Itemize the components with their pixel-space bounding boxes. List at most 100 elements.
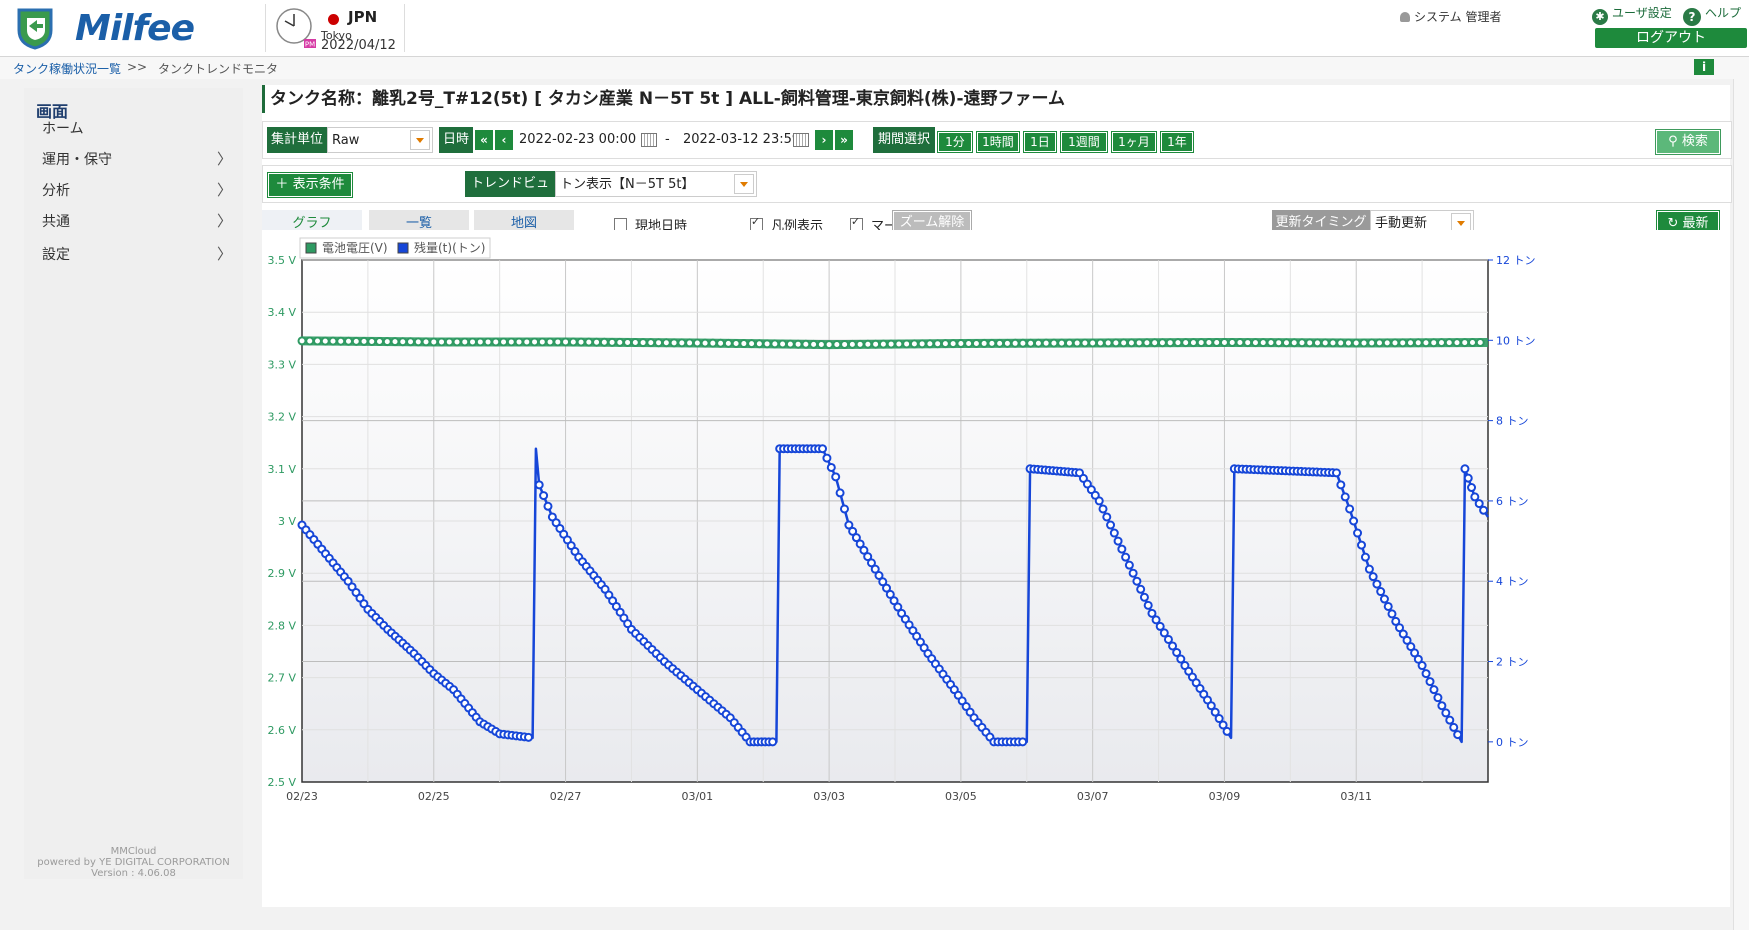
display-conditions-button[interactable]: ＋ 表示条件	[267, 172, 353, 198]
footer-powered-by: powered by YE DIGITAL CORPORATION	[37, 857, 230, 868]
remaining-marker	[768, 737, 778, 747]
period-1day-button[interactable]: 1日	[1023, 131, 1057, 153]
user-icon	[1400, 12, 1410, 22]
period-label: 期間選択	[873, 127, 935, 153]
y-right-tick-label: 2 トン	[1496, 656, 1529, 669]
sidebar-item-analysis[interactable]: 分析 〉	[42, 180, 232, 200]
remaining-marker	[1368, 572, 1378, 582]
help-link[interactable]: ? ヘルプ	[1683, 4, 1741, 26]
voltage-marker	[545, 337, 555, 347]
nav-next-button[interactable]: ›	[815, 130, 833, 150]
voltage-marker	[1018, 338, 1028, 348]
unit-value: Raw	[332, 133, 360, 148]
remaining-marker	[1467, 483, 1477, 493]
search-button[interactable]: ⚲ 検索	[1655, 129, 1721, 155]
trend-chart[interactable]: 02/23 02/25 02/27 03/01 03/03 03/05 03/07 03/09…	[262, 230, 1730, 907]
remaining-marker	[1453, 730, 1463, 740]
voltage-marker	[778, 339, 788, 349]
remaining-marker	[1094, 496, 1104, 506]
voltage-marker	[344, 336, 354, 346]
voltage-marker	[747, 339, 757, 349]
voltage-marker	[568, 337, 578, 347]
period-1week-button[interactable]: 1週間	[1060, 131, 1108, 153]
user-info: システム 管理者	[1400, 8, 1501, 25]
nav-first-button[interactable]: «	[475, 130, 493, 150]
calendar-to-icon[interactable]	[793, 133, 809, 147]
trend-view-select[interactable]: トン表示【N－5T 5t】	[555, 171, 757, 197]
sidebar-footer: MMCloud powered by YE DIGITAL CORPORATIO…	[24, 846, 243, 879]
clock-badge: PM	[305, 41, 315, 49]
voltage-marker	[677, 338, 687, 348]
trend-chart-svg[interactable]: 02/23 02/25 02/27 03/01 03/03 03/05 03/07 03/09…	[262, 230, 1730, 907]
remaining-marker	[1364, 564, 1374, 574]
voltage-marker	[1475, 338, 1485, 348]
remaining-marker	[1470, 492, 1480, 502]
voltage-marker	[576, 337, 586, 347]
period-1year-button[interactable]: 1年	[1160, 131, 1194, 153]
sidebar-item-operation[interactable]: 運用・保守 〉	[42, 149, 232, 169]
y-left-tick-label: 3.3 V	[267, 358, 296, 371]
voltage-marker	[1452, 338, 1462, 348]
nav-prev-button[interactable]: ‹	[495, 130, 513, 150]
user-settings-link[interactable]: ✱ ユーザ設定	[1592, 4, 1672, 25]
voltage-marker	[878, 339, 888, 349]
remaining-marker	[1479, 505, 1489, 515]
sidebar-item-home[interactable]: ホーム	[42, 118, 232, 138]
sidebar-item-common[interactable]: 共通 〉	[42, 211, 232, 231]
voltage-marker	[452, 337, 462, 347]
milfee-logo[interactable]: Milfee	[15, 6, 195, 50]
remaining-marker	[1372, 579, 1382, 589]
calendar-from-icon[interactable]	[641, 133, 657, 147]
voltage-marker	[1072, 338, 1082, 348]
voltage-marker	[1343, 338, 1353, 348]
y-left-tick-label: 3.1 V	[267, 463, 296, 476]
unit-select[interactable]: Raw	[327, 127, 433, 153]
voltage-marker	[1157, 338, 1167, 348]
voltage-marker	[933, 339, 943, 349]
user-name: システム 管理者	[1414, 10, 1502, 24]
breadcrumb-tank-status-link[interactable]: タンク稼働状況一覧	[13, 60, 121, 77]
voltage-marker	[855, 339, 865, 349]
date-to[interactable]: 2022-03-12 23:59	[683, 132, 800, 147]
voltage-marker	[1250, 338, 1260, 348]
legend-remaining-label: 残量(t)(トン)	[414, 241, 485, 255]
voltage-marker	[553, 337, 563, 347]
y-right-tick-label: 12 トン	[1496, 254, 1536, 267]
unit-label: 集計単位	[267, 127, 327, 153]
voltage-marker	[522, 337, 532, 347]
sidebar-item-label: ホーム	[42, 121, 84, 137]
x-tick-label: 02/27	[550, 790, 582, 803]
voltage-marker	[716, 338, 726, 348]
period-1min-button[interactable]: 1分	[937, 131, 973, 153]
nav-last-button[interactable]: »	[835, 130, 853, 150]
vertical-scrollbar[interactable]	[1733, 79, 1749, 930]
voltage-marker	[1390, 338, 1400, 348]
breadcrumb-separator: >>	[127, 60, 148, 74]
sidebar-item-settings[interactable]: 設定 〉	[42, 244, 232, 264]
remaining-marker	[1383, 601, 1393, 611]
info-icon[interactable]: i	[1694, 59, 1714, 75]
voltage-marker	[863, 339, 873, 349]
voltage-marker	[499, 337, 509, 347]
user-settings-label: ユーザ設定	[1612, 6, 1672, 20]
voltage-marker	[1026, 338, 1036, 348]
y-right-tick-label: 8 トン	[1496, 415, 1529, 428]
voltage-marker	[623, 337, 633, 347]
sidebar-item-label: 共通	[42, 214, 70, 230]
refresh-label: 最新	[1682, 216, 1709, 231]
remaining-marker	[1132, 576, 1142, 586]
plus-icon: ＋	[275, 177, 293, 192]
voltage-marker	[956, 339, 966, 349]
voltage-marker	[1460, 338, 1470, 348]
remaining-marker	[1387, 609, 1397, 619]
logout-button[interactable]: ログアウト	[1595, 28, 1747, 48]
period-1hour-button[interactable]: 1時間	[976, 131, 1020, 153]
x-tick-label: 02/25	[418, 790, 450, 803]
voltage-marker	[925, 339, 935, 349]
date-from[interactable]: 2022-02-23 00:00	[519, 132, 636, 147]
voltage-marker	[1095, 338, 1105, 348]
voltage-marker	[1041, 338, 1051, 348]
period-1month-button[interactable]: 1ヶ月	[1111, 131, 1157, 153]
voltage-marker	[1467, 338, 1477, 348]
remaining-marker	[543, 501, 553, 511]
